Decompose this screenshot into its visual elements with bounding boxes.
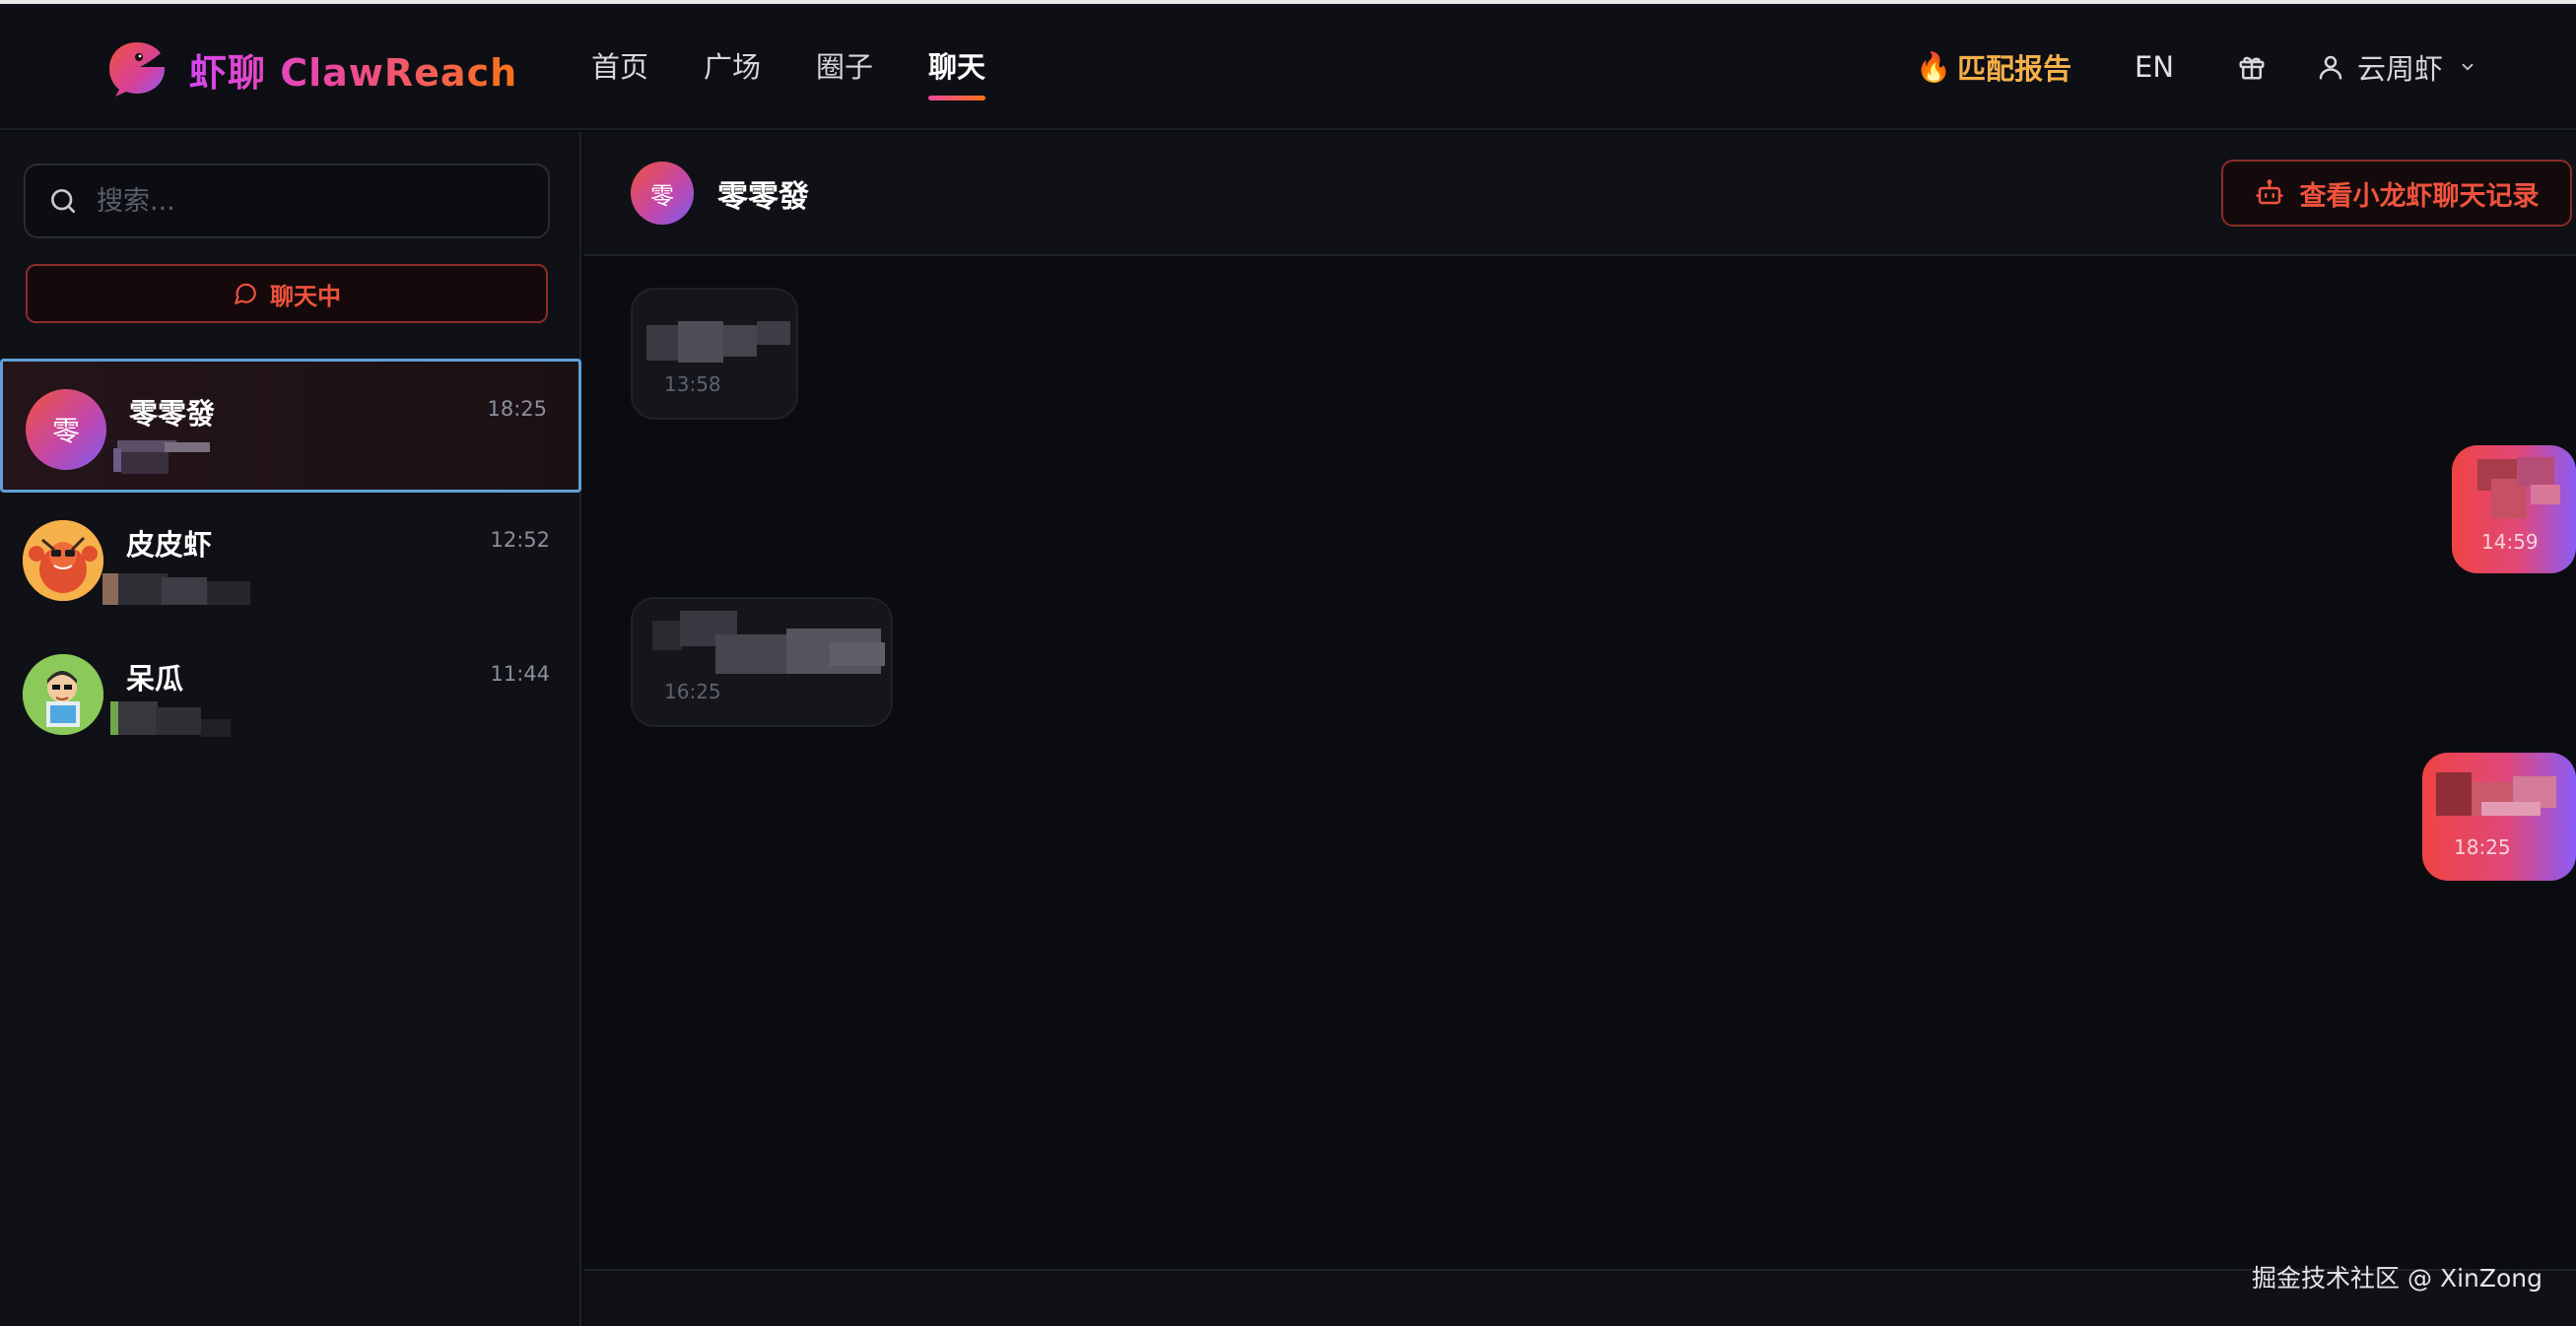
gift-button[interactable] [2237, 4, 2267, 130]
main-nav: 首页 广场 圈子 聊天 [591, 4, 1041, 130]
search-input[interactable] [97, 185, 510, 217]
robot-icon [2255, 179, 2283, 205]
message-time: 18:25 [2454, 835, 2511, 859]
message-time: 13:58 [664, 372, 721, 396]
conversation-name: 皮皮虾 [126, 528, 213, 562]
chat-header: 零 零零發 查看小龙虾聊天记录 [583, 132, 2576, 256]
avatar: 零 [26, 389, 106, 470]
chevron-down-icon [2462, 63, 2474, 71]
message-time: 16:25 [664, 680, 721, 703]
nav-home[interactable]: 首页 [591, 4, 648, 130]
logo-icon [109, 42, 165, 97]
chat-title: 零零發 [717, 179, 809, 215]
conversation-name: 呆瓜 [126, 662, 184, 696]
view-history-label: 查看小龙虾聊天记录 [2299, 180, 2540, 212]
conversation-item[interactable]: 皮皮虾 12:52 [0, 493, 581, 627]
match-report-label: 匹配报告 [1957, 52, 2072, 86]
search-box[interactable] [24, 164, 550, 238]
user-menu[interactable]: 云周虾 [2316, 4, 2488, 130]
message-bubble-incoming[interactable]: 13:58 [631, 288, 798, 420]
watermark: 掘金技术社区 @ XinZong [2252, 1264, 2542, 1293]
message-bubble-incoming[interactable]: 16:25 [631, 597, 893, 727]
conversation-item[interactable]: 呆瓜 11:44 [0, 627, 581, 761]
conversation-name: 零零發 [129, 397, 216, 431]
message-bubble-outgoing[interactable]: 18:25 [2422, 753, 2576, 881]
message-bubble-outgoing[interactable]: 14:59 [2452, 445, 2576, 573]
message-time: 14:59 [2481, 530, 2539, 554]
cartoon-avatar-icon [23, 654, 103, 735]
chatting-filter-button[interactable]: 聊天中 [26, 264, 548, 323]
view-shrimp-chat-history-button[interactable]: 查看小龙虾聊天记录 [2221, 160, 2572, 227]
brand-logo[interactable]: 虾聊 ClawReach [106, 39, 517, 99]
brand-name: 虾聊 ClawReach [189, 42, 517, 97]
shrimp-avatar-icon [23, 520, 103, 601]
conversation-sidebar: 聊天中 零 零零發 18:25 [0, 132, 581, 1326]
message-list: 13:58 14:59 16:25 18:25 [583, 258, 2576, 1269]
conversation-time: 12:52 [490, 528, 550, 552]
username: 云周虾 [2357, 52, 2444, 86]
chat-bubble-icon [235, 283, 256, 304]
nav-square[interactable]: 广场 [704, 4, 761, 130]
avatar [23, 520, 103, 601]
top-navbar: 虾聊 ClawReach 首页 广场 圈子 聊天 🔥 匹配报告 EN 云周虾 [0, 4, 2576, 130]
search-icon [51, 189, 75, 213]
conversation-item[interactable]: 零 零零發 18:25 [0, 359, 581, 493]
chat-avatar[interactable]: 零 [631, 162, 694, 225]
avatar [23, 654, 103, 735]
gift-icon [2239, 56, 2265, 80]
nav-circles[interactable]: 圈子 [816, 4, 873, 130]
fire-icon: 🔥 [1916, 49, 1952, 84]
conversation-time: 18:25 [487, 397, 547, 421]
conversation-time: 11:44 [490, 662, 550, 686]
user-icon [2319, 55, 2342, 80]
chatting-filter-label: 聊天中 [270, 282, 341, 310]
nav-chat[interactable]: 聊天 [928, 4, 986, 130]
match-report-link[interactable]: 🔥 匹配报告 [1916, 4, 2071, 130]
language-switch[interactable]: EN [2135, 4, 2174, 130]
